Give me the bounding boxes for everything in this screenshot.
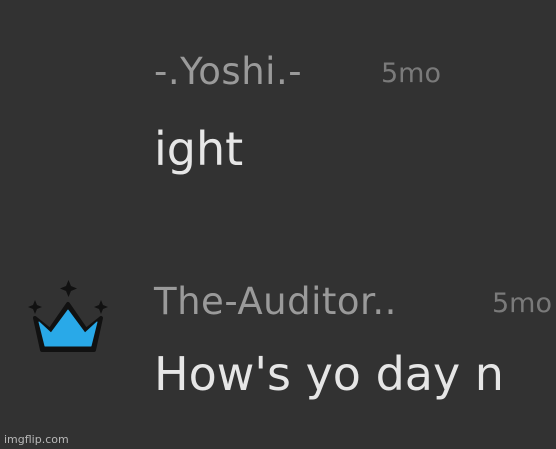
comment-timestamp: 5mo [381, 58, 441, 89]
avatar[interactable] [20, 278, 116, 354]
comment-username[interactable]: -.Yoshi.- [154, 50, 302, 93]
comment-text: How's yo day n [154, 347, 504, 401]
watermark: imgflip.com [4, 433, 69, 446]
comment-item: The-Auditor.. 5mo How's yo day n [0, 260, 556, 420]
comment-text: ight [154, 122, 244, 176]
comment-username[interactable]: The-Auditor.. [154, 280, 397, 323]
crown-icon [28, 280, 108, 352]
comment-item: -.Yoshi.- 5mo ight [0, 0, 556, 230]
comment-timestamp: 5mo [492, 288, 552, 319]
